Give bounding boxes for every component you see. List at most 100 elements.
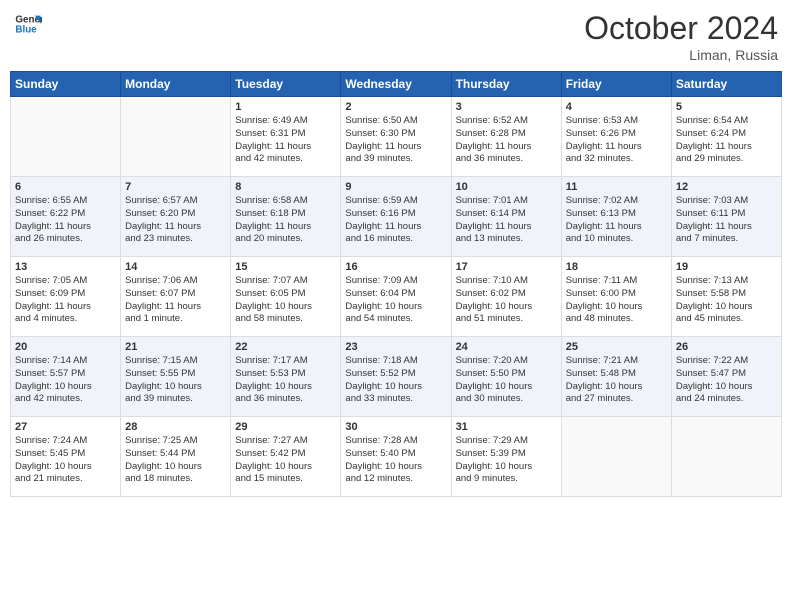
logo-icon: General Blue (14, 10, 42, 38)
day-number: 19 (676, 261, 777, 273)
day-number: 21 (125, 341, 226, 353)
weekday-header-monday: Monday (121, 72, 231, 97)
day-number: 12 (676, 181, 777, 193)
calendar-day-3: 3 Sunrise: 6:52 AM Sunset: 6:28 PM Daylig… (451, 97, 561, 177)
day-info: Sunrise: 7:21 AM Sunset: 5:48 PM Dayligh… (566, 355, 667, 406)
day-number: 26 (676, 341, 777, 353)
calendar-week-row: 13 Sunrise: 7:05 AM Sunset: 6:09 PM Dayli… (11, 257, 782, 337)
logo: General Blue (14, 10, 42, 38)
day-number: 24 (456, 341, 557, 353)
day-number: 20 (15, 341, 116, 353)
day-number: 4 (566, 101, 667, 113)
day-info: Sunrise: 7:02 AM Sunset: 6:13 PM Dayligh… (566, 195, 667, 246)
day-number: 8 (235, 181, 336, 193)
calendar-day-empty (561, 417, 671, 497)
day-info: Sunrise: 7:03 AM Sunset: 6:11 PM Dayligh… (676, 195, 777, 246)
day-info: Sunrise: 6:49 AM Sunset: 6:31 PM Dayligh… (235, 115, 336, 166)
day-number: 30 (345, 421, 446, 433)
location: Liman, Russia (584, 47, 778, 63)
calendar-day-29: 29 Sunrise: 7:27 AM Sunset: 5:42 PM Dayli… (231, 417, 341, 497)
calendar-week-row: 1 Sunrise: 6:49 AM Sunset: 6:31 PM Daylig… (11, 97, 782, 177)
day-info: Sunrise: 7:25 AM Sunset: 5:44 PM Dayligh… (125, 435, 226, 486)
day-number: 25 (566, 341, 667, 353)
day-info: Sunrise: 6:57 AM Sunset: 6:20 PM Dayligh… (125, 195, 226, 246)
day-info: Sunrise: 7:29 AM Sunset: 5:39 PM Dayligh… (456, 435, 557, 486)
weekday-header-tuesday: Tuesday (231, 72, 341, 97)
calendar-day-2: 2 Sunrise: 6:50 AM Sunset: 6:30 PM Daylig… (341, 97, 451, 177)
day-info: Sunrise: 7:22 AM Sunset: 5:47 PM Dayligh… (676, 355, 777, 406)
calendar-day-23: 23Sunrise: 7:18 AM Sunset: 5:52 PM Dayli… (341, 337, 451, 417)
calendar-day-21: 21Sunrise: 7:15 AM Sunset: 5:55 PM Dayli… (121, 337, 231, 417)
day-number: 5 (676, 101, 777, 113)
calendar-day-empty (121, 97, 231, 177)
calendar-day-12: 12 Sunrise: 7:03 AM Sunset: 6:11 PM Dayli… (671, 177, 781, 257)
calendar-day-15: 15 Sunrise: 7:07 AM Sunset: 6:05 PM Dayli… (231, 257, 341, 337)
day-info: Sunrise: 7:11 AM Sunset: 6:00 PM Dayligh… (566, 275, 667, 326)
calendar-week-row: 20 Sunrise: 7:14 AM Sunset: 5:57 PM Dayli… (11, 337, 782, 417)
day-info: Sunrise: 7:13 AM Sunset: 5:58 PM Dayligh… (676, 275, 777, 326)
day-info: Sunrise: 7:10 AM Sunset: 6:02 PM Dayligh… (456, 275, 557, 326)
day-info: Sunrise: 7:27 AM Sunset: 5:42 PM Dayligh… (235, 435, 336, 486)
day-number: 10 (456, 181, 557, 193)
day-info: Sunrise: 6:55 AM Sunset: 6:22 PM Dayligh… (15, 195, 116, 246)
day-number: 1 (235, 101, 336, 113)
day-info: Sunrise: 7:14 AM Sunset: 5:57 PM Dayligh… (15, 355, 116, 406)
month-year: October 2024 (584, 10, 778, 47)
day-number: 29 (235, 421, 336, 433)
weekday-header-sunday: Sunday (11, 72, 121, 97)
calendar-day-28: 28 Sunrise: 7:25 AM Sunset: 5:44 PM Dayli… (121, 417, 231, 497)
calendar-week-row: 27 Sunrise: 7:24 AM Sunset: 5:45 PM Dayli… (11, 417, 782, 497)
calendar-day-25: 25 Sunrise: 7:21 AM Sunset: 5:48 PM Dayli… (561, 337, 671, 417)
day-info: Sunrise: 6:59 AM Sunset: 6:16 PM Dayligh… (345, 195, 446, 246)
day-info: Sunrise: 6:54 AM Sunset: 6:24 PM Dayligh… (676, 115, 777, 166)
calendar-day-5: 5 Sunrise: 6:54 AM Sunset: 6:24 PM Daylig… (671, 97, 781, 177)
day-number: 11 (566, 181, 667, 193)
day-number: 15 (235, 261, 336, 273)
calendar-day-17: 17Sunrise: 7:10 AM Sunset: 6:02 PM Dayli… (451, 257, 561, 337)
weekday-header-wednesday: Wednesday (341, 72, 451, 97)
day-number: 9 (345, 181, 446, 193)
calendar-day-9: 9 Sunrise: 6:59 AM Sunset: 6:16 PM Daylig… (341, 177, 451, 257)
calendar-day-26: 26 Sunrise: 7:22 AM Sunset: 5:47 PM Dayli… (671, 337, 781, 417)
day-info: Sunrise: 6:50 AM Sunset: 6:30 PM Dayligh… (345, 115, 446, 166)
day-number: 7 (125, 181, 226, 193)
day-number: 2 (345, 101, 446, 113)
day-number: 3 (456, 101, 557, 113)
day-number: 6 (15, 181, 116, 193)
calendar-day-30: 30Sunrise: 7:28 AM Sunset: 5:40 PM Dayli… (341, 417, 451, 497)
calendar-day-14: 14Sunrise: 7:06 AM Sunset: 6:07 PM Dayli… (121, 257, 231, 337)
day-number: 13 (15, 261, 116, 273)
day-info: Sunrise: 6:52 AM Sunset: 6:28 PM Dayligh… (456, 115, 557, 166)
calendar-day-1: 1 Sunrise: 6:49 AM Sunset: 6:31 PM Daylig… (231, 97, 341, 177)
weekday-header-friday: Friday (561, 72, 671, 97)
day-info: Sunrise: 7:07 AM Sunset: 6:05 PM Dayligh… (235, 275, 336, 326)
day-number: 27 (15, 421, 116, 433)
day-info: Sunrise: 7:05 AM Sunset: 6:09 PM Dayligh… (15, 275, 116, 326)
calendar-day-13: 13 Sunrise: 7:05 AM Sunset: 6:09 PM Dayli… (11, 257, 121, 337)
day-info: Sunrise: 7:24 AM Sunset: 5:45 PM Dayligh… (15, 435, 116, 486)
day-info: Sunrise: 7:01 AM Sunset: 6:14 PM Dayligh… (456, 195, 557, 246)
calendar-day-11: 11 Sunrise: 7:02 AM Sunset: 6:13 PM Dayli… (561, 177, 671, 257)
page-header: General Blue October 2024 Liman, Russia (10, 10, 782, 63)
calendar-day-18: 18Sunrise: 7:11 AM Sunset: 6:00 PM Dayli… (561, 257, 671, 337)
calendar-day-empty (671, 417, 781, 497)
calendar-day-4: 4Sunrise: 6:53 AM Sunset: 6:26 PM Daylig… (561, 97, 671, 177)
weekday-header-row: SundayMondayTuesdayWednesdayThursdayFrid… (11, 72, 782, 97)
calendar-day-7: 7 Sunrise: 6:57 AM Sunset: 6:20 PM Daylig… (121, 177, 231, 257)
day-info: Sunrise: 7:17 AM Sunset: 5:53 PM Dayligh… (235, 355, 336, 406)
calendar-day-24: 24Sunrise: 7:20 AM Sunset: 5:50 PM Dayli… (451, 337, 561, 417)
calendar-day-8: 8Sunrise: 6:58 AM Sunset: 6:18 PM Daylig… (231, 177, 341, 257)
calendar-day-6: 6 Sunrise: 6:55 AM Sunset: 6:22 PM Daylig… (11, 177, 121, 257)
calendar-day-10: 10 Sunrise: 7:01 AM Sunset: 6:14 PM Dayli… (451, 177, 561, 257)
weekday-header-thursday: Thursday (451, 72, 561, 97)
svg-text:Blue: Blue (15, 24, 37, 35)
weekday-header-saturday: Saturday (671, 72, 781, 97)
calendar-day-31: 31 Sunrise: 7:29 AM Sunset: 5:39 PM Dayli… (451, 417, 561, 497)
day-number: 14 (125, 261, 226, 273)
day-number: 23 (345, 341, 446, 353)
day-number: 31 (456, 421, 557, 433)
day-number: 28 (125, 421, 226, 433)
calendar-table: SundayMondayTuesdayWednesdayThursdayFrid… (10, 71, 782, 497)
calendar-day-27: 27 Sunrise: 7:24 AM Sunset: 5:45 PM Dayli… (11, 417, 121, 497)
title-block: October 2024 Liman, Russia (584, 10, 778, 63)
